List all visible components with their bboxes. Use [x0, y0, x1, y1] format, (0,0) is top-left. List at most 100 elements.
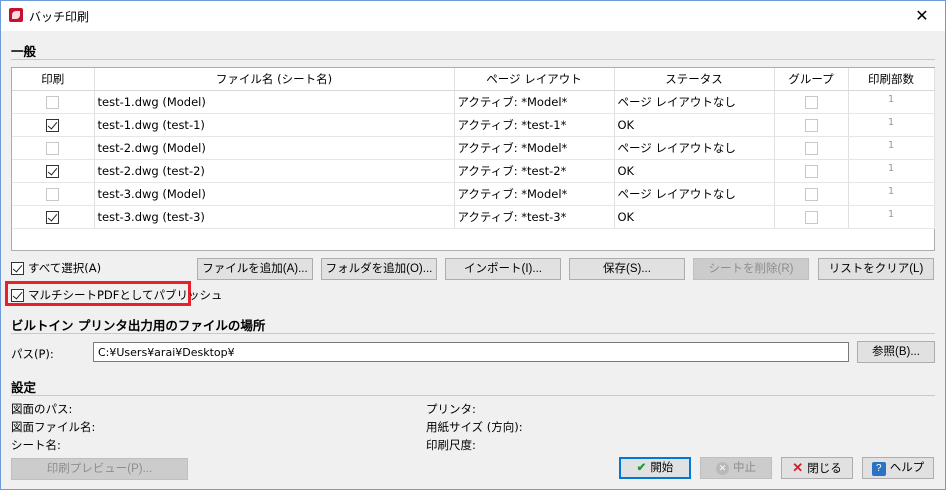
select-all[interactable]: すべて選択(A) — [11, 260, 101, 276]
group-checkbox[interactable] — [804, 210, 818, 224]
layout-cell[interactable]: アクティブ: *Model* — [454, 182, 615, 206]
col-status[interactable]: ステータス — [614, 68, 775, 91]
table-row[interactable]: test-2.dwg (test-2) アクティブ: *test-2* OK 1 — [12, 159, 935, 183]
table-row[interactable]: test-3.dwg (test-3) アクティブ: *test-3* OK 1 — [12, 205, 935, 229]
print-preview-button[interactable]: 印刷プレビュー(P)... — [11, 458, 188, 480]
paper-size-label: 用紙サイズ (方向): — [426, 420, 523, 434]
status-cell: ページ レイアウトなし — [614, 136, 775, 160]
print-cell[interactable] — [12, 90, 95, 114]
file-cell: test-3.dwg (test-3) — [94, 205, 455, 229]
copies-cell[interactable]: 1 — [848, 90, 935, 114]
group-cell[interactable] — [774, 159, 849, 183]
layout-cell[interactable]: アクティブ: *test-3* — [454, 205, 615, 229]
file-cell: test-2.dwg (test-2) — [94, 159, 455, 183]
autocad-icon — [9, 8, 23, 22]
copies-cell[interactable]: 1 — [848, 136, 935, 160]
group-checkbox[interactable] — [804, 118, 818, 132]
copies-cell[interactable]: 1 — [848, 182, 935, 206]
group-checkbox[interactable] — [804, 164, 818, 178]
browse-button[interactable]: 参照(B)... — [857, 341, 935, 363]
table-row[interactable]: test-2.dwg (Model) アクティブ: *Model* ページ レイアウ… — [12, 136, 935, 160]
print-cell[interactable] — [12, 136, 95, 160]
path-input[interactable] — [93, 342, 849, 362]
copies-cell[interactable]: 1 — [848, 159, 935, 183]
help-icon: ? — [871, 462, 886, 476]
layout-cell[interactable]: アクティブ: *test-2* — [454, 159, 615, 183]
print-checkbox[interactable] — [46, 187, 60, 201]
path-label: パス(P): — [11, 347, 54, 361]
add-file-button[interactable]: ファイルを追加(A)... — [197, 258, 313, 280]
divider — [11, 333, 935, 334]
title-bar: バッチ印刷 ✕ — [1, 1, 945, 31]
section-output-title: ビルトイン プリンタ出力用のファイルの場所 — [11, 318, 266, 333]
print-cell[interactable] — [12, 182, 95, 206]
section-general-title: 一般 — [11, 44, 37, 59]
sheet-list[interactable]: 印刷 ファイル名 (シート名) ページ レイアウト ステータス グループ 印刷部… — [11, 67, 935, 251]
group-checkbox[interactable] — [804, 95, 818, 109]
layout-cell[interactable]: アクティブ: *Model* — [454, 90, 615, 114]
save-button[interactable]: 保存(S)... — [569, 258, 685, 280]
copies-cell[interactable]: 1 — [848, 205, 935, 229]
close-label: 閉じる — [807, 463, 842, 475]
check-icon: ✔ — [636, 462, 647, 474]
group-cell[interactable] — [774, 113, 849, 137]
table-row[interactable]: test-3.dwg (Model) アクティブ: *Model* ページ レイアウ… — [12, 182, 935, 206]
sheet-table: 印刷 ファイル名 (シート名) ページ レイアウト ステータス グループ 印刷部… — [12, 68, 935, 229]
col-file[interactable]: ファイル名 (シート名) — [94, 68, 455, 91]
stop-button[interactable]: ✕ 中止 — [700, 457, 772, 479]
drawing-path-label: 図面のパス: — [11, 402, 73, 416]
close-button[interactable]: ✕ 閉じる — [781, 457, 853, 479]
file-cell: test-2.dwg (Model) — [94, 136, 455, 160]
print-checkbox[interactable] — [46, 95, 60, 109]
multisheet-pdf-checkbox[interactable] — [11, 288, 24, 302]
print-cell[interactable] — [12, 113, 95, 137]
file-cell: test-3.dwg (Model) — [94, 182, 455, 206]
table-row[interactable]: test-1.dwg (test-1) アクティブ: *test-1* OK 1 — [12, 113, 935, 137]
drawing-file-label: 図面ファイル名: — [11, 420, 96, 434]
print-checkbox[interactable] — [46, 118, 60, 132]
group-cell[interactable] — [774, 136, 849, 160]
col-group[interactable]: グループ — [774, 68, 849, 91]
section-settings-title: 設定 — [11, 380, 37, 395]
col-print[interactable]: 印刷 — [12, 68, 95, 91]
print-cell[interactable] — [12, 159, 95, 183]
help-label: ヘルプ — [889, 462, 925, 474]
copies-cell[interactable]: 1 — [848, 113, 935, 137]
help-button[interactable]: ? ヘルプ — [862, 457, 934, 479]
group-checkbox[interactable] — [804, 141, 818, 155]
group-cell[interactable] — [774, 182, 849, 206]
status-cell: OK — [614, 205, 775, 229]
status-cell: OK — [614, 159, 775, 183]
import-button[interactable]: インポート(I)... — [445, 258, 561, 280]
group-checkbox[interactable] — [804, 187, 818, 201]
select-all-checkbox[interactable] — [11, 261, 24, 275]
table-row[interactable]: test-1.dwg (Model) アクティブ: *Model* ページ レイアウ… — [12, 90, 935, 114]
multisheet-pdf-label: マルチシートPDFとしてパブリッシュ — [28, 288, 223, 302]
status-cell: ページ レイアウトなし — [614, 182, 775, 206]
close-x-icon: ✕ — [792, 460, 804, 475]
start-label: 開始 — [650, 462, 674, 474]
print-checkbox[interactable] — [46, 210, 60, 224]
layout-cell[interactable]: アクティブ: *test-1* — [454, 113, 615, 137]
clear-list-button[interactable]: リストをクリア(L) — [818, 258, 934, 280]
multisheet-pdf[interactable]: マルチシートPDFとしてパブリッシュ — [11, 287, 223, 303]
print-scale-label: 印刷尺度: — [426, 438, 476, 452]
stop-label: 中止 — [733, 462, 756, 474]
close-icon[interactable]: ✕ — [899, 1, 945, 31]
layout-cell[interactable]: アクティブ: *Model* — [454, 136, 615, 160]
col-layout[interactable]: ページ レイアウト — [454, 68, 615, 91]
cancel-circle-icon: ✕ — [716, 462, 729, 475]
print-checkbox[interactable] — [46, 141, 60, 155]
print-checkbox[interactable] — [46, 164, 60, 178]
group-cell[interactable] — [774, 205, 849, 229]
batch-print-dialog: バッチ印刷 ✕ 一般 印刷 ファイル名 (シート名) ページ レイアウト ステー… — [0, 0, 946, 490]
print-cell[interactable] — [12, 205, 95, 229]
col-copies[interactable]: 印刷部数 — [848, 68, 935, 91]
remove-sheet-button[interactable]: シートを削除(R) — [693, 258, 809, 280]
window-title: バッチ印刷 — [29, 10, 90, 24]
start-button[interactable]: ✔ 開始 — [619, 457, 691, 479]
group-cell[interactable] — [774, 90, 849, 114]
add-folder-button[interactable]: フォルダを追加(O)... — [321, 258, 437, 280]
divider — [11, 59, 935, 60]
sheet-name-label: シート名: — [11, 438, 61, 452]
